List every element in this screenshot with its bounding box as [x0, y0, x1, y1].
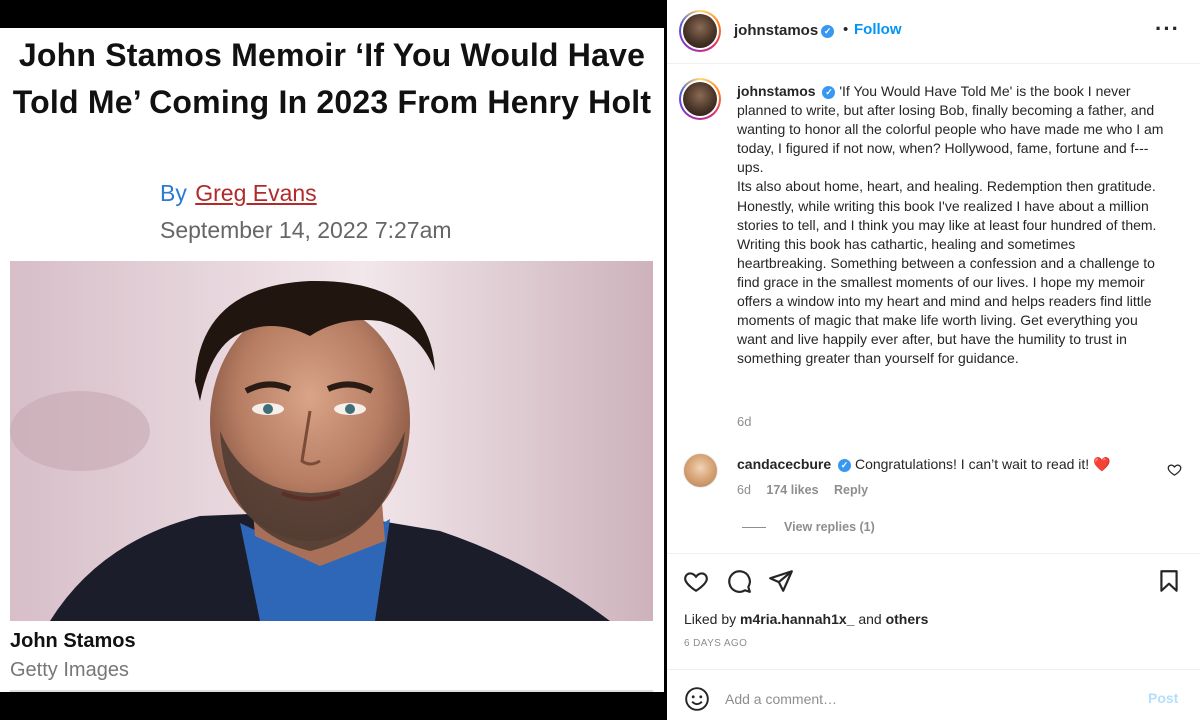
caption-avatar[interactable]	[679, 78, 721, 120]
liked-by-prefix: Liked by	[684, 611, 737, 627]
liked-by-middle: and	[858, 611, 882, 627]
comment-body: Congratulations! I can’t wait to read it…	[854, 456, 1090, 472]
follow-button[interactable]: Follow	[854, 21, 902, 38]
article-photo	[10, 261, 653, 621]
heart-icon[interactable]	[683, 568, 709, 594]
author-avatar[interactable]	[679, 10, 721, 52]
add-comment-input[interactable]	[725, 687, 1125, 711]
byline-prefix: By	[160, 180, 187, 206]
caption-paragraph-2: Its also about home, heart, and healing.…	[737, 178, 1157, 233]
commenter-avatar[interactable]	[683, 453, 718, 488]
replies-divider	[742, 527, 766, 528]
verified-badge-icon: ✓	[838, 459, 852, 472]
post-comment-button[interactable]: Post	[1148, 690, 1178, 706]
caption-username[interactable]: johnstamos	[737, 83, 816, 99]
share-icon[interactable]	[768, 568, 794, 594]
portrait-illustration	[10, 261, 653, 621]
caption-text: johnstamos ✓ 'If You Would Have Told Me'…	[737, 82, 1167, 368]
caption-paragraph: johnstamos ✓ 'If You Would Have Told Me'…	[737, 82, 1167, 177]
comment-divider	[667, 669, 1200, 670]
commenter-username[interactable]: candacecbure	[737, 456, 831, 472]
article-headline: John Stamos Memoir ‘If You Would Have To…	[12, 37, 652, 120]
article-panel: John Stamos Memoir ‘If You Would Have To…	[0, 28, 664, 692]
liked-by: Liked by m4ria.hannah1x_ and others	[684, 611, 928, 627]
caption-paragraph-3: Writing this book has cathartic, healing…	[737, 235, 1155, 367]
comment-timestamp[interactable]: 6d	[737, 483, 751, 497]
article-date: September 14, 2022 7:27am	[160, 217, 452, 243]
post-header: johnstamos ✓ • Follow ···	[667, 0, 1200, 64]
bookmark-icon[interactable]	[1156, 568, 1182, 594]
actions-divider	[667, 553, 1200, 554]
header-separator: •	[843, 21, 849, 38]
article-divider	[10, 690, 653, 692]
article-byline: By Greg Evans	[160, 180, 317, 207]
instagram-post-panel: johnstamos ✓ • Follow ··· johnstamos ✓ 'I…	[667, 0, 1200, 720]
more-horizontal-icon[interactable]: ···	[1155, 16, 1180, 42]
author-link[interactable]: Greg Evans	[195, 180, 316, 206]
heart-emoji: ❤️	[1093, 456, 1111, 472]
photo-caption: John Stamos	[10, 630, 136, 652]
view-replies-button[interactable]: View replies (1)	[784, 520, 875, 534]
liked-by-user[interactable]: m4ria.hannah1x_	[740, 611, 854, 627]
liked-by-others[interactable]: others	[886, 611, 929, 627]
caption-timestamp[interactable]: 6d	[737, 414, 751, 429]
comment-like-heart-icon[interactable]	[1167, 462, 1182, 477]
post-date[interactable]: 6 DAYS AGO	[684, 638, 747, 649]
verified-badge-icon: ✓	[821, 25, 835, 38]
header-username-row[interactable]: johnstamos ✓	[734, 22, 835, 39]
comment-meta: 6d 174 likes Reply	[737, 483, 880, 497]
photo-credit: Getty Images	[10, 659, 129, 681]
emoji-icon[interactable]	[684, 686, 710, 712]
comment-icon[interactable]	[726, 568, 752, 594]
header-username[interactable]: johnstamos	[734, 22, 818, 39]
reply-button[interactable]: Reply	[834, 483, 868, 497]
comment-text: candacecbure ✓ Congratulations! I can’t …	[737, 456, 1111, 473]
verified-badge-icon: ✓	[822, 86, 836, 99]
comment-likes[interactable]: 174 likes	[766, 483, 818, 497]
